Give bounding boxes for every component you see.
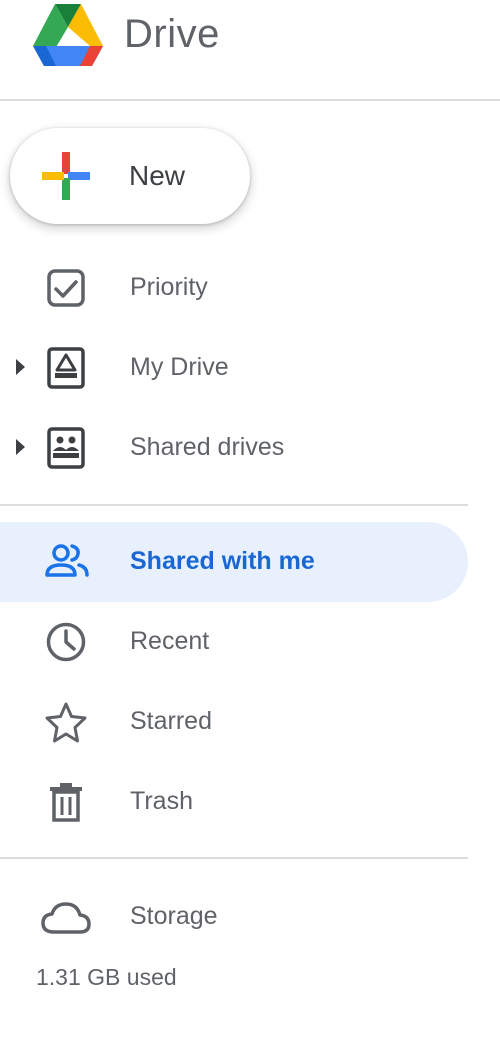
- nav-label-trash: Trash: [130, 787, 193, 815]
- storage-link[interactable]: Storage: [130, 902, 218, 931]
- nav-label-starred: Starred: [130, 707, 212, 735]
- nav-item-trash[interactable]: Trash: [0, 762, 468, 842]
- nav-item-my-drive[interactable]: My Drive: [0, 328, 468, 408]
- nav-label-recent: Recent: [130, 627, 210, 655]
- star-icon: [45, 702, 87, 743]
- header: Drive: [0, 0, 500, 101]
- nav-item-starred[interactable]: Starred: [0, 682, 468, 762]
- nav-item-priority[interactable]: Priority: [0, 248, 468, 328]
- nav-label-my-drive: My Drive: [130, 353, 229, 381]
- my-drive-icon: [47, 347, 85, 389]
- trash-icon: [50, 783, 82, 822]
- nav-label-shared-with-me: Shared with me: [130, 547, 315, 575]
- clock-icon: [46, 622, 86, 662]
- new-button-label: New: [129, 160, 186, 191]
- cloud-icon: [41, 902, 91, 934]
- nav-label-priority: Priority: [130, 273, 208, 301]
- people-icon: [45, 544, 89, 577]
- expand-arrow-icon[interactable]: [14, 357, 26, 377]
- priority-checkbox-icon: [47, 269, 85, 307]
- nav-item-shared-with-me[interactable]: Shared with me: [0, 522, 468, 602]
- app-title: Drive: [124, 12, 220, 56]
- google-drive-logo[interactable]: [30, 2, 106, 70]
- nav-label-shared-drives: Shared drives: [130, 433, 285, 461]
- new-button[interactable]: New: [10, 128, 250, 224]
- shared-drives-icon: [47, 427, 85, 469]
- plus-icon: [42, 152, 90, 200]
- expand-arrow-icon[interactable]: [14, 437, 26, 457]
- nav-item-recent[interactable]: Recent: [0, 602, 468, 682]
- nav-item-shared-drives[interactable]: Shared drives: [0, 408, 468, 488]
- divider: [0, 504, 468, 506]
- storage-used-text: 1.31 GB used: [36, 964, 177, 990]
- divider: [0, 857, 468, 859]
